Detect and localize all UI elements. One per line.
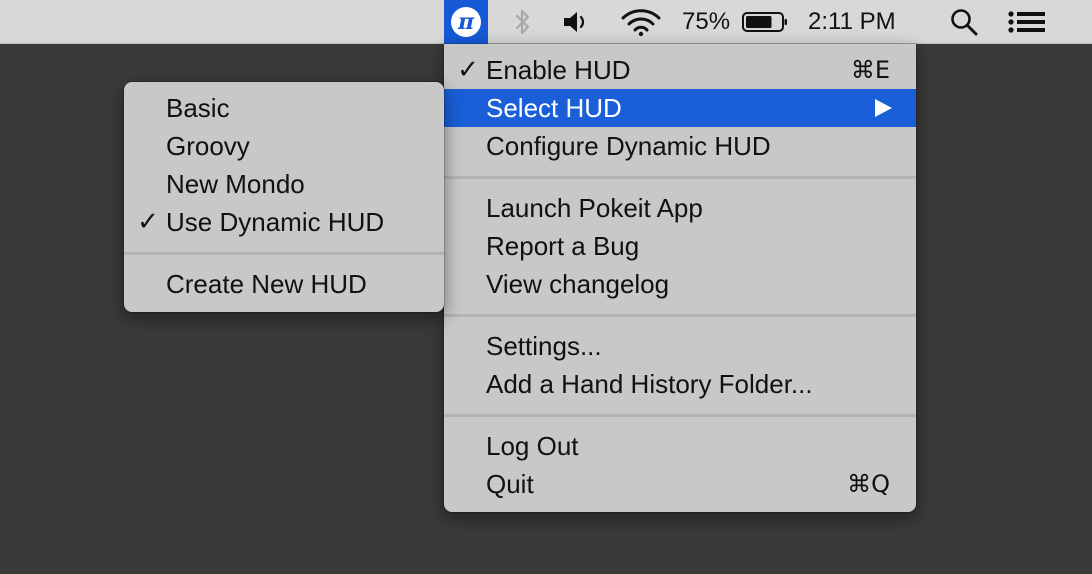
menu-item-label: Select HUD xyxy=(486,92,622,123)
menu-item-label: New Mondo xyxy=(166,168,305,199)
menu-item-label: Groovy xyxy=(166,130,250,161)
battery-percentage: 75% xyxy=(682,8,731,35)
checkmark-icon: ✓ xyxy=(457,55,479,85)
menu-bar: π 75% 2:11 PM xyxy=(0,0,1092,44)
menu-item-label: Settings... xyxy=(486,330,602,361)
menu-item-select-hud[interactable]: Select HUD xyxy=(444,89,916,127)
menu-item-quit[interactable]: Quit ⌘Q xyxy=(444,465,916,503)
checkmark-icon: ✓ xyxy=(137,207,159,237)
battery-icon[interactable] xyxy=(740,0,790,44)
volume-icon[interactable] xyxy=(560,0,594,44)
bluetooth-icon[interactable] xyxy=(506,0,540,44)
pi-icon: π xyxy=(451,7,481,37)
menu-item-configure-dynamic-hud[interactable]: Configure Dynamic HUD xyxy=(444,127,916,165)
menu-item-enable-hud[interactable]: ✓ Enable HUD ⌘E xyxy=(444,51,916,89)
menu-item-log-out[interactable]: Log Out xyxy=(444,427,916,465)
menu-item-label: Use Dynamic HUD xyxy=(166,206,385,237)
menu-item-label: Launch Pokeit App xyxy=(486,192,703,223)
wifi-icon[interactable] xyxy=(618,0,664,44)
notification-center-icon[interactable] xyxy=(1004,0,1050,44)
menu-separator xyxy=(444,403,916,427)
clock[interactable]: 2:11 PM xyxy=(808,0,926,44)
menu-item-label: Report a Bug xyxy=(486,230,640,261)
menu-item-label: Basic xyxy=(166,92,230,123)
submenu-item-basic[interactable]: Basic xyxy=(124,89,444,127)
menu-separator xyxy=(444,165,916,189)
pokeit-status-item[interactable]: π xyxy=(444,0,488,44)
menu-item-add-hand-history-folder[interactable]: Add a Hand History Folder... xyxy=(444,365,916,403)
menu-item-settings[interactable]: Settings... xyxy=(444,327,916,365)
submenu-item-new-mondo[interactable]: New Mondo xyxy=(124,165,444,203)
menu-item-label: Add a Hand History Folder... xyxy=(486,368,813,399)
menu-item-label: Create New HUD xyxy=(166,268,367,299)
pokeit-dropdown-menu: ✓ Enable HUD ⌘E Select HUD Configure Dyn… xyxy=(444,44,916,512)
submenu-item-groovy[interactable]: Groovy xyxy=(124,127,444,165)
menu-separator xyxy=(124,241,444,265)
menu-item-label: Enable HUD xyxy=(486,54,631,85)
spotlight-search-icon[interactable] xyxy=(944,0,984,44)
menu-item-label: Log Out xyxy=(486,430,579,461)
select-hud-submenu: Basic Groovy New Mondo ✓ Use Dynamic HUD… xyxy=(124,82,444,312)
keyboard-shortcut: ⌘E xyxy=(850,56,890,84)
submenu-item-create-new-hud[interactable]: Create New HUD xyxy=(124,265,444,303)
keyboard-shortcut: ⌘Q xyxy=(847,470,890,498)
menu-item-label: View changelog xyxy=(486,268,670,299)
menu-item-label: Configure Dynamic HUD xyxy=(486,130,771,161)
menu-item-view-changelog[interactable]: View changelog xyxy=(444,265,916,303)
menu-item-report-a-bug[interactable]: Report a Bug xyxy=(444,227,916,265)
menu-separator xyxy=(444,303,916,327)
submenu-arrow-icon xyxy=(875,99,892,117)
menu-item-launch-pokeit-app[interactable]: Launch Pokeit App xyxy=(444,189,916,227)
submenu-item-use-dynamic-hud[interactable]: ✓ Use Dynamic HUD xyxy=(124,203,444,241)
menu-item-label: Quit xyxy=(486,468,534,499)
